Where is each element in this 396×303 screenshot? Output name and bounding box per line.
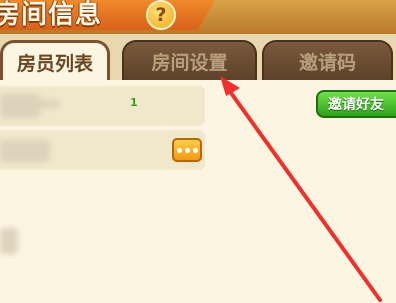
pointer-arrow-icon: [220, 76, 382, 302]
